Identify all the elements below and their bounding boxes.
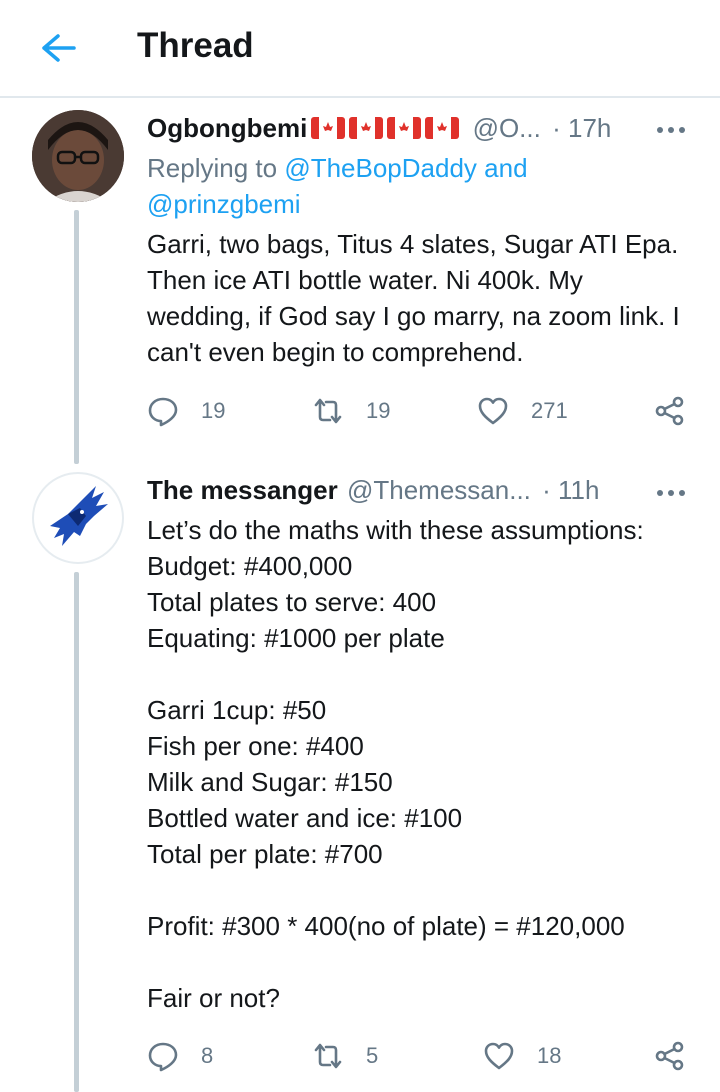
- header-bar: Thread: [0, 0, 720, 98]
- more-icon[interactable]: [655, 485, 687, 496]
- like-button[interactable]: 18: [483, 1038, 561, 1074]
- retweet-count: 5: [366, 1043, 379, 1068]
- reply-button[interactable]: 19: [147, 393, 225, 429]
- reply-icon: [148, 1042, 178, 1072]
- tweet-header: Ogbongbemi @O... · 17h: [147, 113, 611, 144]
- like-button[interactable]: 271: [477, 393, 568, 429]
- retweet-count: 19: [366, 398, 391, 423]
- tweet-header: The messanger @Themessan... · 11h: [147, 475, 599, 506]
- replying-prefix: Replying to: [147, 153, 285, 183]
- tweet-actions: 8 5 18: [147, 1038, 692, 1074]
- canada-flag-icon: [307, 113, 460, 143]
- more-icon[interactable]: [655, 122, 687, 133]
- replying-to: Replying to @TheBopDaddy and @prinzgbemi: [147, 150, 692, 222]
- mention-link[interactable]: @prinzgbemi: [147, 189, 301, 219]
- author-name[interactable]: The messanger: [147, 475, 338, 505]
- share-button[interactable]: [654, 1038, 708, 1074]
- like-icon: [484, 1042, 514, 1070]
- page-title: Thread: [137, 26, 254, 65]
- share-icon: [655, 1041, 684, 1071]
- reply-count: 8: [201, 1043, 214, 1068]
- reply-button[interactable]: 8: [147, 1038, 213, 1074]
- avatar[interactable]: [32, 472, 124, 564]
- tweet-text: Let’s do the maths with these assumption…: [147, 515, 644, 1013]
- reply-count: 19: [201, 398, 226, 423]
- thread-connector-line: [74, 210, 79, 464]
- share-button[interactable]: [654, 393, 708, 429]
- retweet-icon: [314, 1043, 342, 1069]
- reply-icon: [148, 397, 178, 427]
- share-icon: [655, 396, 684, 426]
- retweet-button[interactable]: 5: [312, 1038, 378, 1074]
- tweet-actions: 19 19 271: [147, 393, 692, 429]
- retweet-button[interactable]: 19: [312, 393, 390, 429]
- thread-connector-line: [74, 572, 79, 1092]
- separator-dot: ·: [552, 113, 561, 143]
- mention-link[interactable]: @TheBopDaddy: [284, 153, 477, 183]
- author-name[interactable]: Ogbongbemi: [147, 113, 307, 143]
- tweet-timestamp: 17h: [568, 113, 612, 143]
- separator-dot: ·: [542, 475, 551, 505]
- like-icon: [478, 397, 508, 425]
- author-handle: @Themessan...: [346, 475, 531, 505]
- author-handle: @O...: [472, 113, 541, 143]
- avatar[interactable]: [32, 110, 124, 202]
- replying-and[interactable]: and: [477, 153, 527, 183]
- tweet-text: Garri, two bags, Titus 4 slates, Sugar A…: [147, 229, 687, 367]
- like-count: 18: [537, 1043, 562, 1068]
- tweet-timestamp: 11h: [558, 475, 600, 505]
- retweet-icon: [314, 398, 342, 424]
- like-count: 271: [531, 398, 568, 423]
- back-arrow-icon[interactable]: [36, 30, 80, 66]
